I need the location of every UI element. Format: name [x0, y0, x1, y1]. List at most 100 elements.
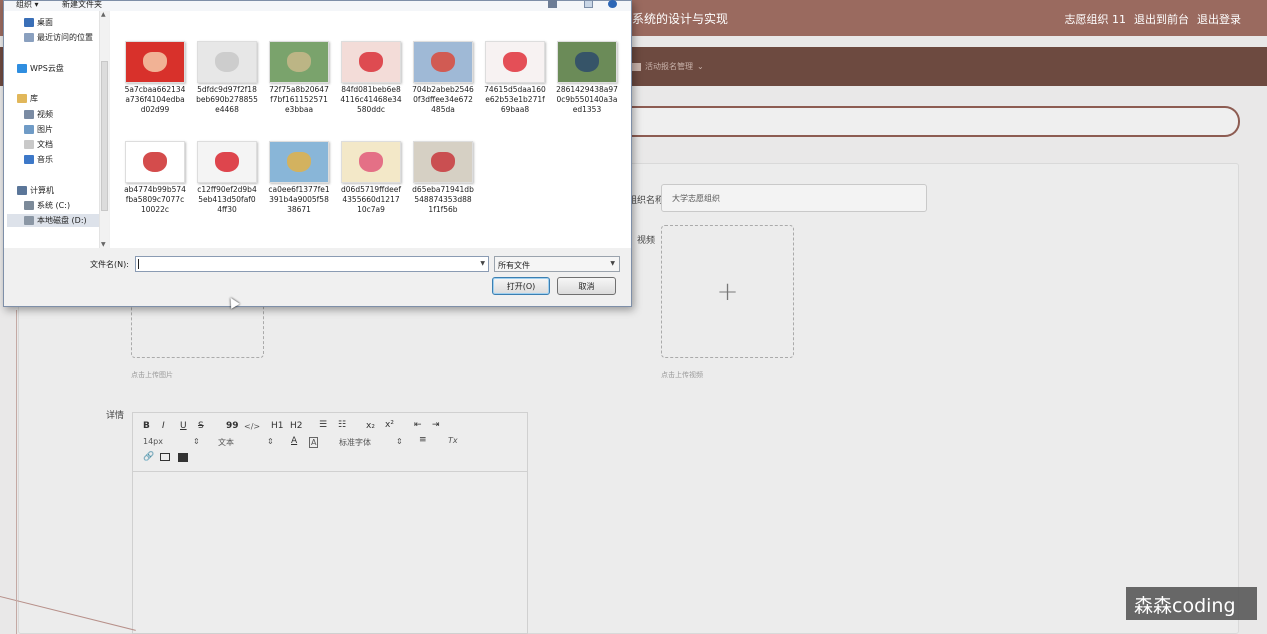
- file-list: 5a7cbaa662134a736f4104edbad02d99 5dfdc9d9…: [110, 11, 631, 248]
- documents-folder-icon: [24, 140, 34, 149]
- filename-label: 文件名(N):: [90, 260, 129, 269]
- image-thumbnail: [341, 41, 401, 83]
- chevron-down-icon: ▼: [610, 260, 615, 267]
- clear-format-button[interactable]: Tx: [448, 436, 458, 445]
- thumbnail-motif: [287, 152, 311, 172]
- file-item[interactable]: 74615d5daa160e62b53e1b271f69baa8: [482, 41, 548, 115]
- sidebar-item-pictures[interactable]: 图片: [24, 124, 53, 135]
- help-icon[interactable]: [608, 0, 617, 8]
- bold-button[interactable]: B: [143, 421, 150, 431]
- link-icon[interactable]: 🔗: [143, 452, 154, 462]
- file-item[interactable]: c12ff90ef2d9b45eb413d50faf04ff30: [194, 141, 260, 215]
- sidebar-item-recent[interactable]: 最近访问的位置: [24, 32, 93, 43]
- file-item[interactable]: 84fd081beb6e84116c41468e34580ddc: [338, 41, 404, 115]
- strike-button[interactable]: S: [198, 421, 204, 431]
- ordered-list-button[interactable]: ☰: [319, 420, 327, 430]
- font-color-button[interactable]: A: [291, 436, 297, 446]
- view-icon[interactable]: [548, 0, 557, 8]
- header-actions: 志愿组织 11 退出到前台 退出登录: [1065, 11, 1242, 27]
- sidebar-item-label: 音乐: [37, 155, 53, 164]
- file-name: 74615d5daa160e62b53e1b271f69baa8: [484, 85, 546, 114]
- thumbnail-motif: [215, 52, 239, 72]
- scroll-up-icon[interactable]: ▲: [101, 11, 106, 18]
- file-item[interactable]: 5a7cbaa662134a736f4104edbad02d99: [122, 41, 188, 115]
- sidebar-item-computer[interactable]: 计算机: [17, 185, 54, 196]
- file-item[interactable]: 5dfdc9d97f2f18beb690b278855e4468: [194, 41, 260, 115]
- file-open-dialog: 组织 ▾ 新建文件夹 桌面 最近访问的位置 WPS云盘 库 视频 图片 文档 音…: [3, 0, 632, 307]
- search-bar[interactable]: [560, 106, 1240, 137]
- logout-link[interactable]: 退出登录: [1197, 11, 1241, 27]
- file-item[interactable]: ab4774b99b574fba5809c7077c10022c: [122, 141, 188, 215]
- sidebar-item-videos[interactable]: 视频: [24, 109, 53, 120]
- desktop-icon: [24, 18, 34, 27]
- watermark: 森森coding: [1126, 587, 1257, 620]
- video-icon[interactable]: [178, 453, 188, 462]
- file-item[interactable]: 2861429438a970c9b550140a3aed1353: [554, 41, 620, 115]
- organize-menu[interactable]: 组织 ▾: [16, 0, 39, 10]
- file-item[interactable]: 72f75a8b20647f7bf161152571e3bbaa: [266, 41, 332, 115]
- code-button[interactable]: </>: [244, 422, 260, 431]
- sidebar-item-documents[interactable]: 文档: [24, 139, 53, 150]
- outdent-button[interactable]: ⇤: [414, 420, 422, 430]
- image-icon[interactable]: [160, 453, 170, 461]
- underline-button[interactable]: U: [180, 421, 187, 431]
- file-item[interactable]: 704b2abeb25460f3dffee34e672485da: [410, 41, 476, 115]
- file-name: 704b2abeb25460f3dffee34e672485da: [412, 85, 474, 114]
- h2-button[interactable]: H2: [290, 421, 303, 431]
- filename-input[interactable]: ▼: [135, 256, 489, 272]
- filetype-select[interactable]: 所有文件 ▼: [494, 256, 620, 272]
- back-to-front-link[interactable]: 退出到前台: [1134, 11, 1189, 27]
- organization-name-input[interactable]: 大学志愿组织: [661, 184, 927, 212]
- quote-button[interactable]: 99: [226, 421, 239, 431]
- file-item[interactable]: ca0ee6f1377fe1391b4a9005f5838671: [266, 141, 332, 215]
- align-button[interactable]: ≡: [419, 435, 427, 445]
- text-type-select[interactable]: 文本: [218, 437, 234, 448]
- music-folder-icon: [24, 155, 34, 164]
- sidebar-item-drive-c[interactable]: 系统 (C:): [24, 200, 70, 211]
- bullet-list-button[interactable]: ☷: [338, 420, 346, 430]
- open-button[interactable]: 打开(O): [492, 277, 550, 295]
- sidebar-item-label: 计算机: [30, 186, 54, 195]
- scroll-thumb[interactable]: [101, 61, 108, 211]
- menu-icon: [632, 62, 641, 71]
- sidebar-item-label: 系统 (C:): [37, 201, 71, 210]
- video-uploader[interactable]: +: [661, 225, 794, 358]
- font-size-select[interactable]: 14px: [143, 437, 163, 446]
- image-thumbnail: [125, 141, 185, 183]
- sidebar-item-drive-d[interactable]: 本地磁盘 (D:): [7, 214, 99, 227]
- library-icon: [17, 94, 27, 103]
- background-color-button[interactable]: A: [309, 437, 319, 448]
- sidebar-item-label: 本地磁盘 (D:): [37, 216, 87, 225]
- image-thumbnail: [197, 141, 257, 183]
- rich-text-editor[interactable]: B I U S 99 </> H1 H2 ☰ ☷ x₂ x² ⇤ ⇥ 14px …: [132, 412, 528, 634]
- sidebar-item-label: 最近访问的位置: [37, 33, 93, 42]
- preview-pane-icon[interactable]: [584, 0, 593, 8]
- superscript-button[interactable]: x²: [385, 420, 394, 430]
- decorative-line: [16, 310, 17, 634]
- sidebar-item-desktop[interactable]: 桌面: [24, 17, 53, 28]
- file-item[interactable]: d65eba71941db548874353d881f1f56b: [410, 141, 476, 215]
- sidebar-item-wps-cloud[interactable]: WPS云盘: [17, 63, 64, 74]
- subscript-button[interactable]: x₂: [366, 421, 375, 431]
- name-label: 组织名称: [628, 196, 665, 206]
- pictures-folder-icon: [24, 125, 34, 134]
- chevron-down-icon[interactable]: ▼: [480, 260, 485, 267]
- file-name: 5a7cbaa662134a736f4104edbad02d99: [124, 85, 186, 114]
- h1-button[interactable]: H1: [271, 421, 284, 431]
- font-family-select[interactable]: 标准字体: [339, 437, 371, 448]
- sidebar-item-libraries[interactable]: 库: [17, 93, 38, 104]
- image-uploader[interactable]: [131, 300, 264, 358]
- cancel-button[interactable]: 取消: [557, 277, 616, 295]
- file-item[interactable]: d06d5719ffdeef4355660d121710c7a9: [338, 141, 404, 215]
- sidebar-item-music[interactable]: 音乐: [24, 154, 53, 165]
- text-caret: [138, 259, 139, 269]
- indent-button[interactable]: ⇥: [432, 420, 440, 430]
- scroll-down-icon[interactable]: ▼: [101, 241, 106, 248]
- user-label: 志愿组织 11: [1064, 13, 1127, 26]
- italic-button[interactable]: I: [162, 421, 165, 431]
- recent-places-icon: [24, 33, 34, 42]
- image-thumbnail: [413, 141, 473, 183]
- new-folder-button[interactable]: 新建文件夹: [62, 0, 102, 10]
- nav-item-activity-signup[interactable]: 活动报名管理 ⌄: [632, 61, 704, 72]
- sidebar-scrollbar[interactable]: ▲ ▼: [99, 11, 109, 248]
